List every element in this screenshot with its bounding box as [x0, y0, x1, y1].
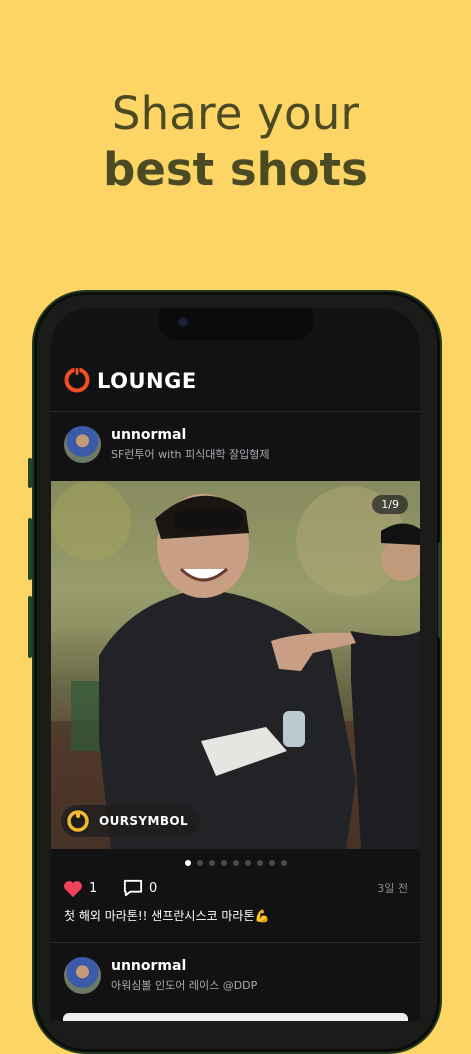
notch — [159, 308, 313, 340]
post-actions: 1 0 3일 전 — [51, 878, 420, 900]
camera-icon — [179, 318, 187, 326]
volume-up-button — [28, 518, 32, 580]
post-header[interactable]: unnormal SF런투어 with 피식대학 잘입형제 — [51, 420, 420, 470]
heart-icon[interactable] — [63, 880, 83, 898]
like-count: 1 — [89, 881, 98, 896]
post-username[interactable]: unnormal — [111, 426, 186, 444]
app-header: LOUNGE — [51, 360, 420, 412]
avatar[interactable] — [64, 426, 101, 463]
brand-name: OURSYMBOL — [99, 814, 189, 828]
brand-tag[interactable]: OURSYMBOL — [61, 805, 201, 837]
carousel-dot[interactable] — [280, 860, 287, 866]
post-caption: 첫 해외 마라톤!! 샌프란시스코 마라톤💪 — [64, 909, 270, 923]
carousel-dot[interactable] — [220, 860, 227, 866]
post-header[interactable]: unnormal 아워심볼 인도어 레이스 @DDP — [51, 951, 420, 1001]
post-subtitle: SF런투어 with 피식대학 잘입형제 — [111, 448, 270, 461]
lounge-logo-icon[interactable] — [64, 367, 90, 393]
carousel-dot[interactable] — [256, 860, 263, 866]
photo-illustration — [51, 481, 420, 849]
promo-headline: Share your best shots — [0, 86, 471, 198]
post-subtitle: 아워심볼 인도어 레이스 @DDP — [111, 979, 258, 992]
carousel-dot[interactable] — [244, 860, 251, 866]
avatar[interactable] — [64, 957, 101, 994]
app-title: LOUNGE — [97, 369, 197, 393]
volume-down-button — [28, 596, 32, 658]
carousel-dot[interactable] — [268, 860, 275, 866]
comment-icon[interactable] — [123, 879, 143, 898]
image-page-indicator: 1/9 — [372, 495, 408, 514]
promo-line-1: Share your — [111, 87, 360, 140]
power-button — [438, 542, 442, 638]
carousel-dot[interactable] — [196, 860, 203, 866]
carousel-dot[interactable] — [232, 860, 239, 866]
header-divider — [51, 411, 420, 412]
comment-count: 0 — [149, 881, 158, 896]
brand-logo-icon — [65, 808, 91, 834]
carousel-dot[interactable] — [184, 860, 191, 866]
mute-switch — [28, 458, 32, 488]
post-time: 3일 전 — [377, 882, 408, 895]
post-username[interactable]: unnormal — [111, 957, 186, 975]
phone-screen: LOUNGE unnormal SF런투어 with 피식대학 잘입형제 1/9… — [51, 308, 420, 1021]
carousel-dots — [51, 860, 420, 866]
post-photo[interactable]: 1/9 OURSYMBOL — [51, 481, 420, 849]
post-divider — [51, 942, 420, 943]
promo-line-2: best shots — [103, 143, 368, 196]
carousel-dot[interactable] — [208, 860, 215, 866]
post-photo[interactable] — [63, 1013, 408, 1021]
